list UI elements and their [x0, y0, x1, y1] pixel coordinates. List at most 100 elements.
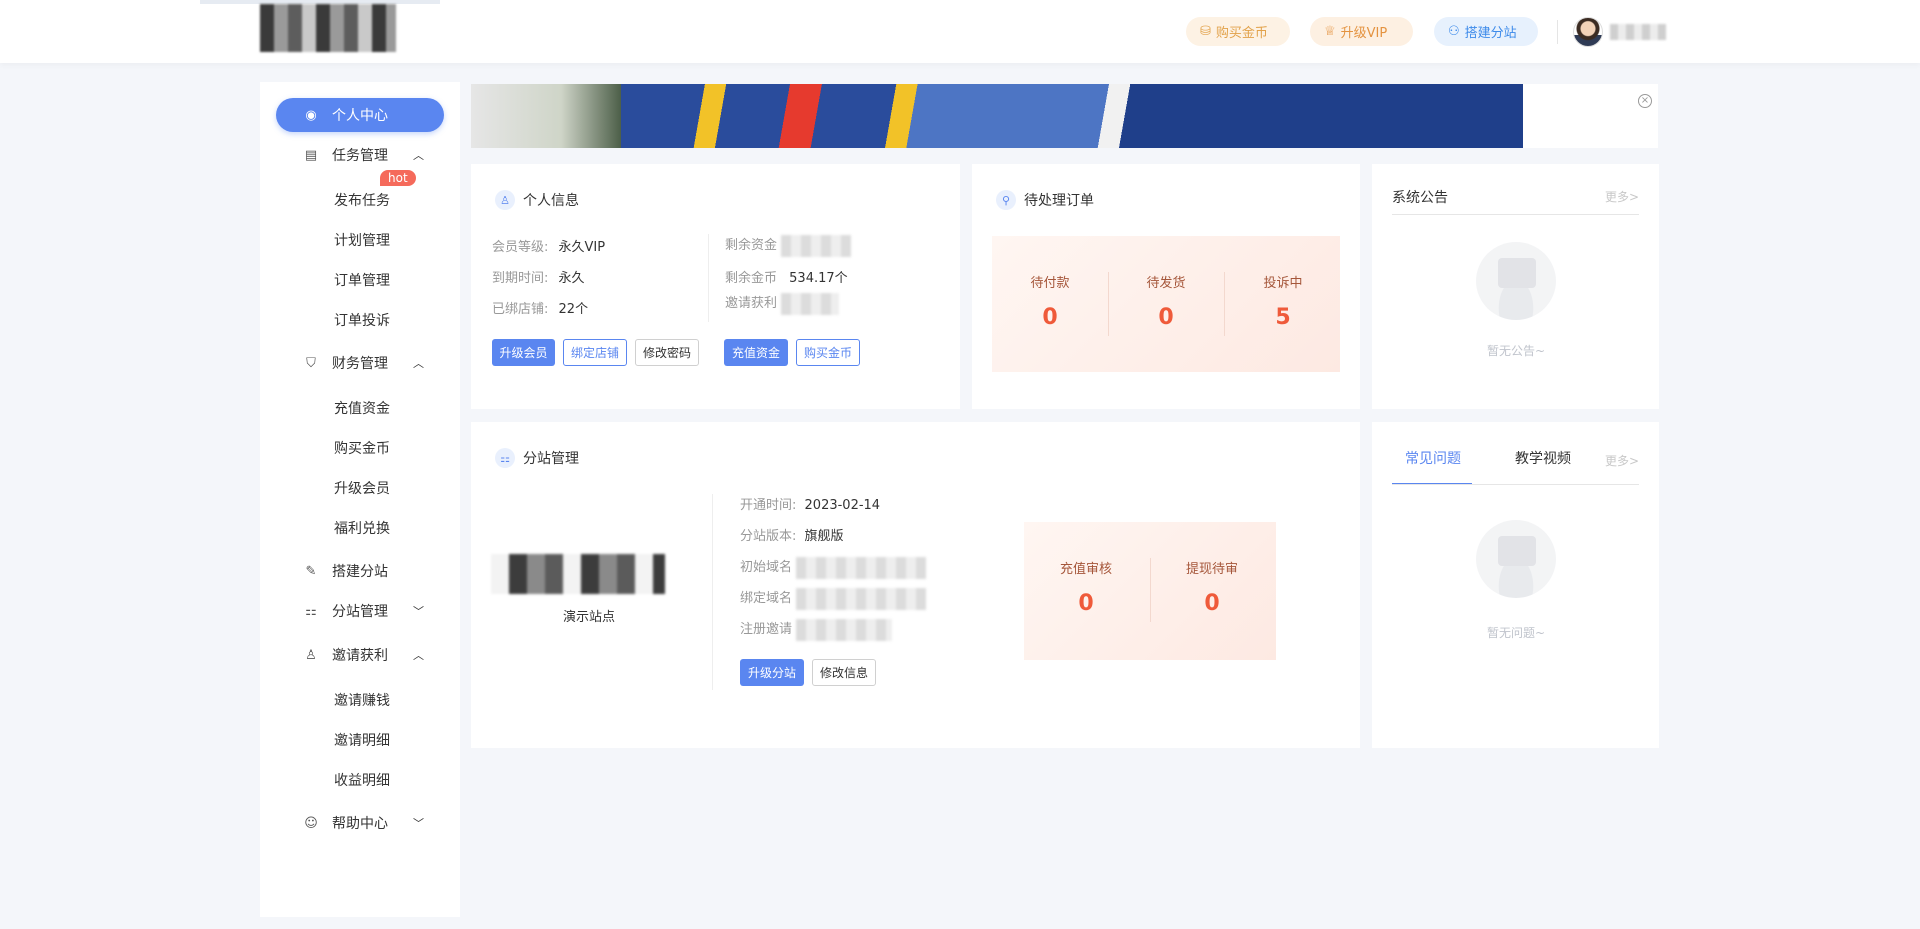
info-divider: [708, 234, 709, 322]
gold-row: 剩余金币 534.17个: [725, 267, 848, 286]
username-blurred[interactable]: [1610, 24, 1666, 40]
stat-value: 0: [1158, 305, 1174, 330]
reg-invite-row: 注册邀请: [740, 618, 893, 641]
edit-info-button[interactable]: 修改信息: [812, 659, 876, 686]
substation-stats-panel: 充值审核 0 提现待审 0: [1024, 522, 1276, 660]
open-time-label: 开通时间:: [740, 498, 797, 513]
build-site-label: 搭建分站: [1464, 26, 1517, 41]
init-domain-label: 初始域名: [740, 560, 793, 575]
banner-image[interactable]: [471, 84, 1523, 148]
close-icon[interactable]: ×: [1638, 94, 1652, 108]
faq-divider: [1392, 484, 1639, 485]
sidebar-sub-plan-mgmt[interactable]: 计划管理: [334, 230, 390, 250]
build-site-button[interactable]: ⚇ 搭建分站: [1434, 17, 1538, 46]
init-domain-row: 初始域名: [740, 556, 927, 579]
invite-value-blurred: [781, 292, 840, 315]
member-level-row: 会员等级: 永久VIP: [492, 236, 605, 255]
invite-label: 邀请获利: [725, 296, 778, 311]
init-domain-blurred: [796, 556, 927, 579]
stat-divider: [1224, 272, 1225, 336]
sidebar-item-personal-center[interactable]: ◉ 个人中心: [276, 98, 444, 132]
bind-domain-label: 绑定域名: [740, 591, 793, 606]
version-label: 分站版本:: [740, 529, 797, 544]
buy-gold-card-button[interactable]: 购买金币: [796, 339, 860, 366]
sidebar-item-invite[interactable]: ♙ 邀请获利 ︿: [276, 638, 444, 672]
sidebar-sub-invite-earn[interactable]: 邀请赚钱: [334, 690, 390, 710]
sidebar-item-build-site[interactable]: ✎ 搭建分站: [276, 554, 444, 588]
shield-icon: ⛉: [306, 355, 316, 371]
sidebar-item-label: 个人中心: [332, 108, 388, 124]
withdraw-review-stat[interactable]: 提现待审 0: [1172, 558, 1252, 616]
empty-notice-illustration: [1476, 242, 1556, 320]
stat-value: 5: [1275, 305, 1291, 330]
stat-value: 0: [1078, 591, 1094, 616]
chevron-down-icon: ﹀: [413, 817, 424, 830]
clipboard-icon: ▤: [304, 147, 318, 163]
faq-more-link[interactable]: 更多>: [1605, 452, 1639, 469]
sidebar-item-finance-mgmt[interactable]: ⛉ 财务管理 ︿: [276, 346, 444, 380]
banner[interactable]: ×: [471, 84, 1658, 148]
sidebar-item-label: 财务管理: [332, 356, 388, 372]
stat-value: 0: [1204, 591, 1220, 616]
sidebar-sub-order-mgmt[interactable]: 订单管理: [334, 270, 390, 290]
sidebar-sub-recharge[interactable]: 充值资金: [334, 398, 390, 418]
crown-icon: ♕: [1324, 24, 1336, 39]
stat-divider: [1150, 558, 1151, 622]
system-notice-card: 系统公告 更多> 暂无公告~: [1372, 164, 1659, 409]
sidebar-sub-invite-detail[interactable]: 邀请明细: [334, 730, 390, 750]
avatar[interactable]: [1573, 17, 1603, 47]
gold-label: 剩余金币: [725, 271, 778, 286]
upgrade-vip-button[interactable]: ♕ 升级VIP: [1310, 17, 1413, 46]
upgrade-vip-label: 升级VIP: [1340, 26, 1388, 41]
faq-card: 常见问题 教学视频 更多> 暂无问题~: [1372, 422, 1659, 748]
notice-more-link[interactable]: 更多>: [1605, 188, 1639, 205]
sidebar-sub-welfare[interactable]: 福利兑换: [334, 518, 390, 538]
buy-gold-label: 购买金币: [1215, 26, 1268, 41]
user-circle-icon: ◉: [305, 107, 317, 123]
tab-faq[interactable]: 常见问题: [1405, 448, 1461, 468]
substation-divider: [712, 494, 713, 690]
expire-row: 到期时间: 永久: [492, 267, 585, 286]
bind-shop-button[interactable]: 绑定店铺: [563, 339, 627, 366]
sidebar-item-help[interactable]: ☺ 帮助中心 ﹀: [276, 806, 444, 840]
version-value: 旗舰版: [804, 529, 844, 544]
invite-row: 邀请获利: [725, 292, 840, 315]
sidebar-sub-publish-task[interactable]: 发布任务: [334, 190, 390, 210]
buy-gold-button[interactable]: ⛁ 购买金币: [1186, 17, 1290, 46]
sidebar-sub-income-detail[interactable]: 收益明细: [334, 770, 390, 790]
sidebar-item-site-mgmt[interactable]: ⚏ 分站管理 ﹀: [276, 594, 444, 628]
expire-label: 到期时间:: [492, 271, 549, 286]
sidebar-sub-upgrade-member[interactable]: 升级会员: [334, 478, 390, 498]
sidebar-sub-buy-gold[interactable]: 购买金币: [334, 438, 390, 458]
sidebar-item-label: 帮助中心: [332, 816, 388, 832]
recharge-button[interactable]: 充值资金: [724, 339, 788, 366]
change-password-button[interactable]: 修改密码: [635, 339, 699, 366]
network-icon: ⚇: [1448, 24, 1460, 39]
upgrade-member-button[interactable]: 升级会员: [492, 339, 555, 366]
member-level-value: 永久VIP: [558, 240, 606, 255]
personal-info-card: ♙ 个人信息 会员等级: 永久VIP 到期时间: 永久 已绑店铺: 22个 剩余…: [471, 164, 960, 409]
funds-row: 剩余资金: [725, 234, 852, 257]
notice-title: 系统公告: [1392, 190, 1448, 206]
member-level-label: 会员等级:: [492, 240, 549, 255]
complaint-stat[interactable]: 投诉中 5: [1243, 272, 1323, 330]
tab-video[interactable]: 教学视频: [1515, 448, 1571, 468]
recharge-review-stat[interactable]: 充值审核 0: [1046, 558, 1126, 616]
reg-invite-label: 注册邀请: [740, 622, 793, 637]
open-time-value: 2023-02-14: [804, 498, 881, 513]
stat-label: 充值审核: [1059, 562, 1112, 577]
expire-value: 永久: [558, 271, 585, 286]
site-logo[interactable]: [260, 4, 396, 52]
empty-notice-text: 暂无公告~: [1487, 344, 1546, 358]
sidebar-sub-order-complaint[interactable]: 订单投诉: [334, 310, 390, 330]
pending-stats-panel: 待付款 0 待发货 0 投诉中 5: [992, 236, 1340, 372]
sidebar-item-task-mgmt[interactable]: ▤ 任务管理 ︿: [276, 138, 444, 172]
pending-pay-stat[interactable]: 待付款 0: [1010, 272, 1090, 330]
site-logo-blurred: [491, 554, 665, 594]
card-title: ⚲ 待处理订单: [996, 190, 1094, 210]
pending-ship-stat[interactable]: 待发货 0: [1126, 272, 1206, 330]
sitemap-icon: ⚏: [305, 603, 317, 619]
upgrade-site-button[interactable]: 升级分站: [740, 659, 804, 686]
substation-title: 分站管理: [523, 451, 579, 467]
stat-value: 0: [1042, 305, 1058, 330]
